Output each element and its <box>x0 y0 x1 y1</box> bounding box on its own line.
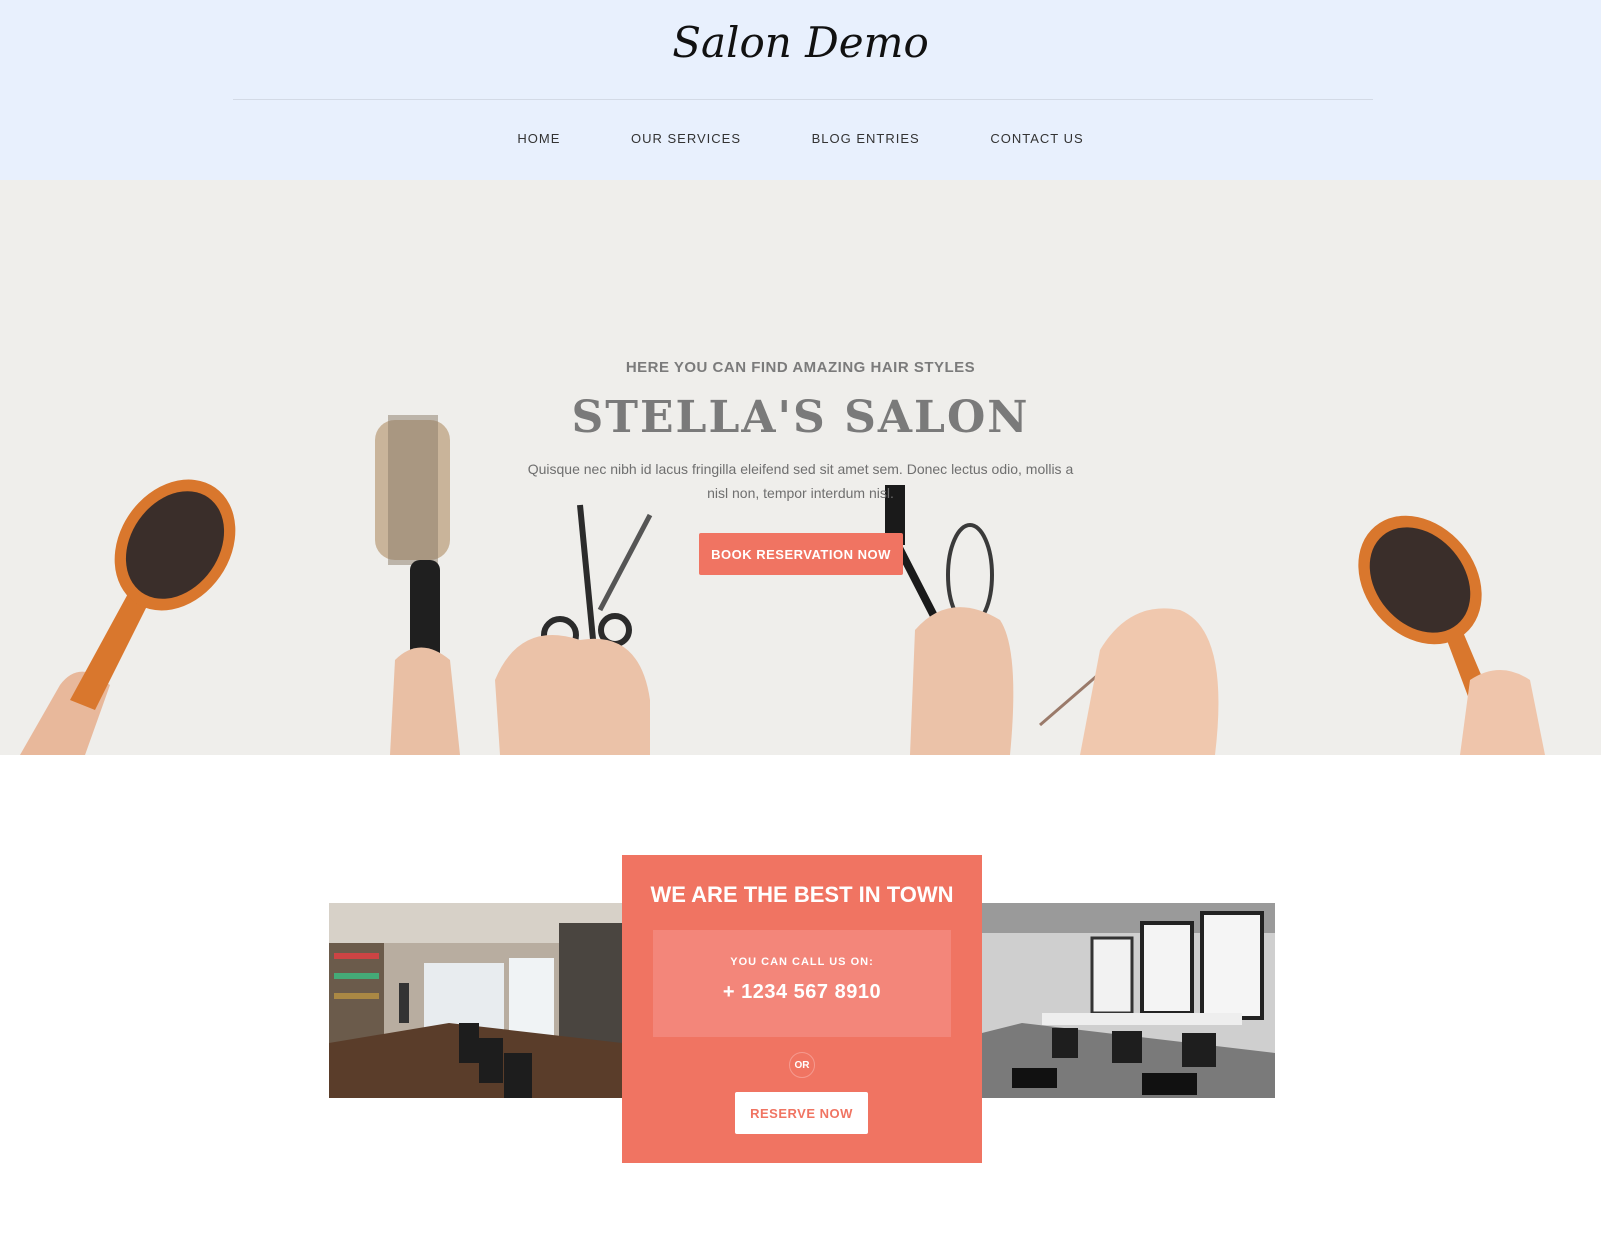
hero-section: HERE YOU CAN FIND AMAZING HAIR STYLES ST… <box>0 180 1601 755</box>
nav-blog-entries[interactable]: BLOG ENTRIES <box>812 131 920 146</box>
site-logo[interactable]: Salon Demo <box>0 18 1601 67</box>
or-divider: OR <box>789 1052 815 1078</box>
hero-description: Quisque nec nibh id lacus fringilla elei… <box>527 461 1074 501</box>
main-nav: HOME OUR SERVICES BLOG ENTRIES CONTACT U… <box>0 131 1601 146</box>
cta-title: WE ARE THE BEST IN TOWN <box>650 882 954 907</box>
call-box: YOU CAN CALL US ON: + 1234 567 8910 <box>653 930 951 1037</box>
nav-our-services[interactable]: OUR SERVICES <box>631 131 741 146</box>
reserve-now-button[interactable]: RESERVE NOW <box>735 1092 868 1134</box>
cta-box: WE ARE THE BEST IN TOWN YOU CAN CALL US … <box>622 855 982 1163</box>
header-divider <box>233 99 1373 100</box>
hero-kicker: HERE YOU CAN FIND AMAZING HAIR STYLES <box>625 359 976 376</box>
site-header: Salon Demo HOME OUR SERVICES BLOG ENTRIE… <box>0 0 1601 180</box>
call-label: YOU CAN CALL US ON: <box>730 956 874 968</box>
nav-home[interactable]: HOME <box>517 131 560 146</box>
book-reservation-button[interactable]: BOOK RESERVATION NOW <box>699 533 903 575</box>
phone-number[interactable]: + 1234 567 8910 <box>653 981 951 1004</box>
hero-title: STELLA'S SALON <box>571 392 1030 443</box>
salon-photo-right <box>982 903 1275 1098</box>
nav-contact-us[interactable]: CONTACT US <box>990 131 1083 146</box>
salon-photo-left <box>329 903 622 1098</box>
